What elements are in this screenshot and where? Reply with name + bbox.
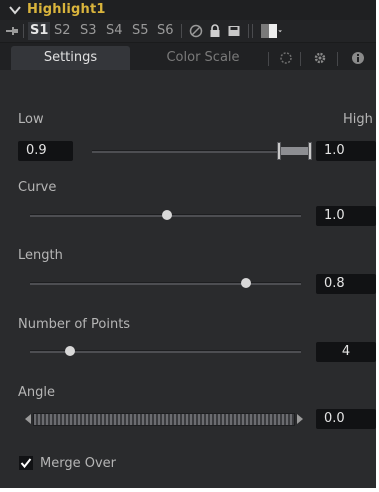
version-button-s1[interactable]: S1 xyxy=(28,22,51,40)
separator xyxy=(300,52,301,66)
gear-icon[interactable] xyxy=(312,50,328,66)
version-button-s2[interactable]: S2 xyxy=(52,22,73,40)
inspector-panel: Highlight1 S1 S2 S3 S4 S5 S6 Settings Co… xyxy=(0,0,376,488)
angle-value-field[interactable]: 0.0 xyxy=(316,409,376,429)
node-title: Highlight1 xyxy=(27,2,106,17)
low-value-field[interactable]: 0.9 xyxy=(18,141,73,161)
points-slider-knob[interactable] xyxy=(65,346,75,356)
low-label: Low xyxy=(18,112,44,127)
pin-icon[interactable] xyxy=(5,24,19,38)
range-low-handle[interactable] xyxy=(277,142,281,160)
angle-thumbwheel[interactable] xyxy=(33,413,295,426)
info-icon[interactable] xyxy=(350,50,366,66)
separator xyxy=(248,24,249,38)
high-label: High xyxy=(343,112,373,127)
curve-value-field[interactable]: 1.0 xyxy=(316,206,376,226)
merge-over-checkbox[interactable] xyxy=(19,456,33,470)
version-button-s4[interactable]: S4 xyxy=(104,22,125,40)
disable-icon[interactable] xyxy=(188,23,204,39)
separator xyxy=(23,24,24,38)
blend-icon[interactable] xyxy=(278,50,294,66)
length-slider-track[interactable] xyxy=(30,282,301,285)
version-button-s6[interactable]: S6 xyxy=(155,22,176,40)
separator xyxy=(337,52,338,66)
high-value-field[interactable]: 1.0 xyxy=(316,141,376,161)
range-high-handle[interactable] xyxy=(308,142,312,160)
angle-increment-arrow[interactable] xyxy=(297,414,303,424)
range-slider-fill[interactable] xyxy=(281,147,309,155)
number-of-points-label: Number of Points xyxy=(18,317,131,332)
length-value-field[interactable]: 0.8 xyxy=(316,274,376,294)
version-button-s3[interactable]: S3 xyxy=(78,22,99,40)
angle-decrement-arrow[interactable] xyxy=(25,414,31,424)
dropdown-arrow-icon[interactable] xyxy=(277,23,287,39)
node-header[interactable]: Highlight1 xyxy=(0,0,376,20)
version-button-s5[interactable]: S5 xyxy=(130,22,151,40)
separator xyxy=(268,52,269,66)
length-slider-knob[interactable] xyxy=(241,278,251,288)
settings-content: Low High 0.9 1.0 Curve 1.0 Length 0.8 Nu… xyxy=(0,70,376,488)
points-value-field[interactable]: 4 xyxy=(316,342,376,362)
range-slider-track[interactable] xyxy=(92,150,281,153)
curve-label: Curve xyxy=(18,180,57,195)
separator xyxy=(181,24,182,38)
tab-bar: Settings Color Scale xyxy=(0,43,376,70)
tab-settings[interactable]: Settings xyxy=(11,46,130,70)
curve-slider-knob[interactable] xyxy=(162,210,172,220)
save-icon[interactable] xyxy=(226,23,242,39)
merge-over-label: Merge Over xyxy=(40,456,116,471)
lock-icon[interactable] xyxy=(207,23,223,39)
length-label: Length xyxy=(18,248,63,263)
color-swatch-icon[interactable] xyxy=(259,23,277,39)
version-bar: S1 S2 S3 S4 S5 S6 xyxy=(0,20,376,43)
tab-color-scale[interactable]: Color Scale xyxy=(148,46,258,70)
angle-label: Angle xyxy=(18,385,55,400)
chevron-down-icon[interactable] xyxy=(8,3,22,17)
separator xyxy=(252,24,253,38)
